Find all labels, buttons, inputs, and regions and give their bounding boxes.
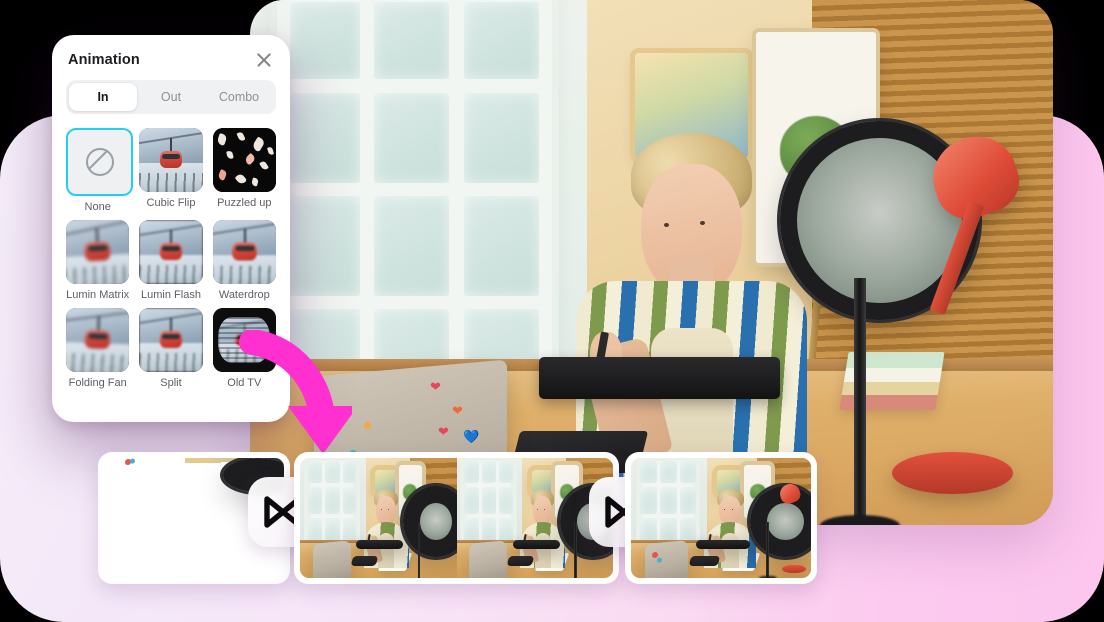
animation-item-label: Cubic Flip	[146, 197, 196, 209]
animation-tab-bar: In Out Combo	[66, 80, 276, 114]
curved-down-arrow-icon	[232, 329, 358, 460]
animation-item-none[interactable]: None	[66, 128, 134, 213]
screenshot-stage: ❤ ❤ 💙 ❤ Animation In Out Combo None Cubi…	[0, 0, 1104, 622]
video-preview[interactable]	[250, 0, 1053, 525]
gondola-thumbnail	[139, 308, 203, 372]
none-icon	[85, 148, 114, 176]
floaty-heart-4: ❤	[438, 424, 449, 439]
animation-item-lumin-matrix[interactable]: Lumin Matrix	[66, 220, 130, 301]
tab-in[interactable]: In	[69, 83, 137, 111]
floaty-heart-2: ❤	[452, 403, 463, 418]
tab-combo[interactable]: Combo	[205, 83, 273, 111]
gondola-thumbnail	[66, 220, 130, 284]
tab-out[interactable]: Out	[137, 83, 205, 111]
animation-item-label: Split	[160, 377, 182, 389]
animation-item-lumin-flash[interactable]: Lumin Flash	[139, 220, 203, 301]
floaty-heart-1: ❤	[430, 379, 441, 394]
none-thumbnail	[66, 128, 134, 196]
gondola-thumbnail	[66, 308, 130, 372]
animation-item-label: Lumin Flash	[141, 289, 201, 301]
panel-header: Animation	[52, 35, 290, 78]
gondola-thumbnail	[212, 220, 276, 284]
page-title: Animation	[68, 52, 140, 68]
animation-item-label: None	[84, 201, 111, 213]
animation-item-label: Folding Fan	[68, 377, 127, 389]
animation-item-label: Waterdrop	[218, 289, 270, 301]
timeline-clip-3[interactable]	[625, 452, 817, 584]
animation-item-label: Puzzled up	[217, 197, 272, 209]
animation-item-folding-fan[interactable]: Folding Fan	[66, 308, 130, 389]
puzzle-shards-thumbnail	[212, 128, 276, 192]
preview-scene	[250, 0, 1053, 525]
timeline-clip-2[interactable]	[294, 452, 619, 584]
animation-item-cubic-flip[interactable]: Cubic Flip	[139, 128, 203, 213]
animation-item-puzzled-up[interactable]: Puzzled up	[212, 128, 276, 213]
animation-item-split[interactable]: Split	[139, 308, 203, 389]
close-icon[interactable]	[254, 50, 274, 70]
floaty-heart-3: 💙	[463, 429, 480, 444]
animation-item-waterdrop[interactable]: Waterdrop	[212, 220, 276, 301]
animation-item-label: Lumin Matrix	[66, 289, 130, 301]
gondola-thumbnail	[139, 128, 203, 192]
gondola-thumbnail	[139, 220, 203, 284]
